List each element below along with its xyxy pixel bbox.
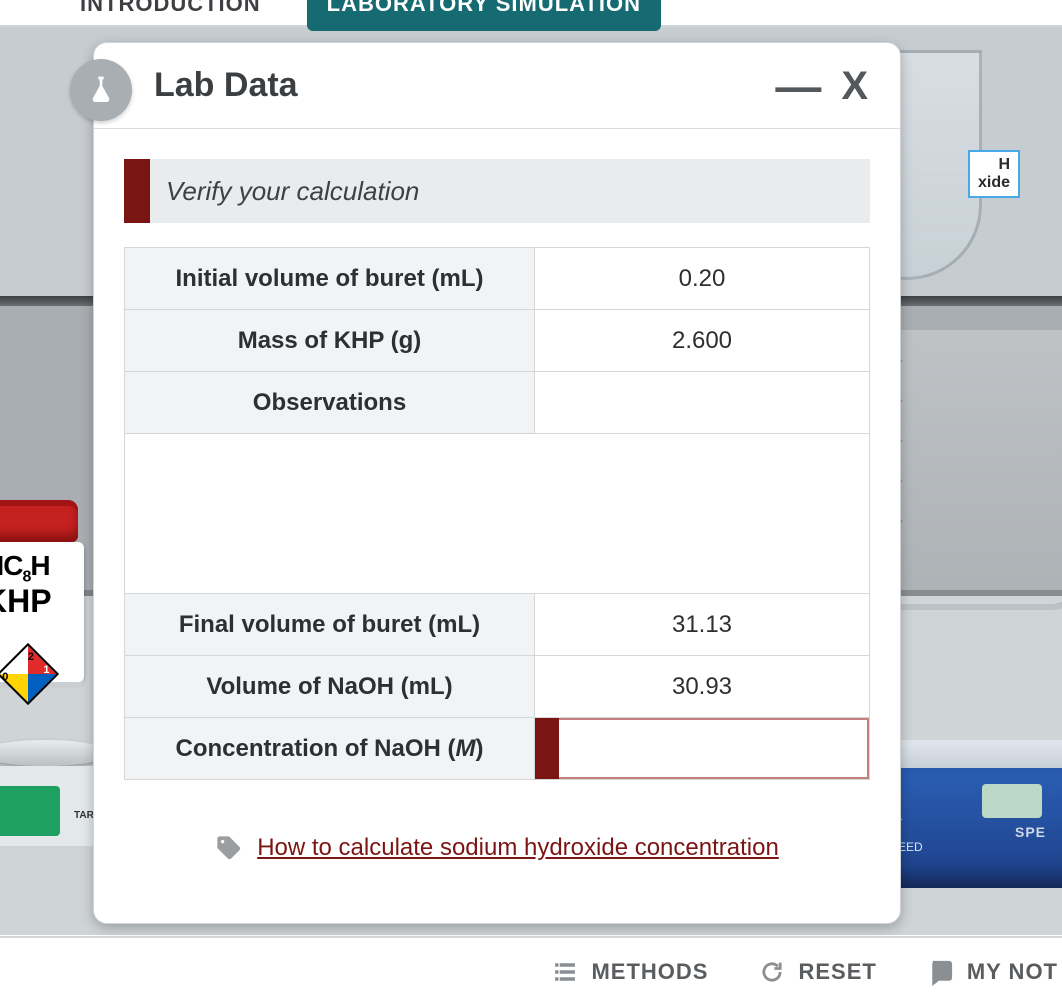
hazard-react: 0 — [0, 671, 15, 683]
row-volume-naoh-value: 30.93 — [535, 656, 870, 718]
row-final-volume-value: 31.13 — [535, 594, 870, 656]
row-mass-khp-value: 2.600 — [535, 310, 870, 372]
hint-row: How to calculate sodium hydroxide concen… — [124, 834, 870, 862]
row-concentration-label: Concentration of NaOH (M) — [125, 718, 535, 780]
row-mass-khp-label: Mass of KHP (g) — [125, 310, 535, 372]
input-accent-bar — [535, 718, 559, 779]
flask-icon — [70, 59, 132, 121]
scale-display: g — [0, 786, 60, 836]
top-tab-bar: INTRODUCTION LABORATORY SIMULATION — [0, 0, 1062, 27]
methods-button[interactable]: METHODS — [551, 958, 708, 986]
flask-label-text: xide — [978, 174, 1010, 191]
conc-label-prefix: Concentration of NaOH ( — [176, 735, 456, 762]
tab-laboratory-simulation[interactable]: LABORATORY SIMULATION — [307, 0, 661, 31]
reset-button[interactable]: RESET — [758, 958, 876, 986]
tag-icon — [215, 834, 243, 862]
panel-title: Lab Data — [154, 66, 298, 105]
khp-formula-b: H — [30, 550, 49, 581]
concentration-input[interactable] — [559, 718, 869, 779]
lab-data-table: Initial volume of buret (mL) 0.20 Mass o… — [124, 247, 870, 780]
conc-label-m: M — [456, 735, 476, 762]
row-initial-volume-label: Initial volume of buret (mL) — [125, 248, 535, 310]
my-notes-label: MY NOT — [967, 959, 1058, 985]
hazard-fire: 1 — [36, 664, 56, 676]
bottom-toolbar: METHODS RESET MY NOT — [0, 936, 1062, 1006]
row-final-volume-label: Final volume of buret (mL) — [125, 594, 535, 656]
flask-label-top: H — [978, 156, 1010, 174]
hint-link[interactable]: How to calculate sodium hydroxide concen… — [257, 834, 779, 862]
notes-icon — [927, 958, 955, 986]
lab-data-panel: Lab Data — X Verify your calculation Ini… — [93, 42, 901, 924]
verify-text: Verify your calculation — [150, 176, 419, 207]
panel-header: Lab Data — X — [94, 43, 900, 129]
my-notes-button[interactable]: MY NOT — [927, 958, 1058, 986]
row-observations-value[interactable] — [535, 372, 870, 434]
stirrer-brand: SPE — [1015, 824, 1046, 840]
row-initial-volume-value: 0.20 — [535, 248, 870, 310]
methods-label: METHODS — [591, 959, 708, 985]
verify-banner: Verify your calculation — [124, 159, 870, 223]
row-concentration-input-cell — [535, 718, 870, 780]
hazard-health: 2 — [21, 651, 41, 663]
khp-bottle: HC8H KHP 2 1 0 — [0, 500, 100, 690]
reset-label: RESET — [798, 959, 876, 985]
row-observations-label: Observations — [125, 372, 535, 434]
close-button[interactable]: X — [831, 66, 878, 106]
list-icon — [551, 958, 579, 986]
row-volume-naoh-label: Volume of NaOH (mL) — [125, 656, 535, 718]
reset-icon — [758, 958, 786, 986]
verify-accent-bar — [124, 159, 150, 223]
spacer-row — [125, 434, 870, 594]
khp-formula-a: HC — [0, 550, 22, 581]
conc-label-suffix: ) — [476, 735, 484, 762]
khp-name: KHP — [0, 583, 80, 620]
tab-introduction[interactable]: INTRODUCTION — [60, 0, 281, 31]
minimize-button[interactable]: — — [765, 63, 831, 109]
